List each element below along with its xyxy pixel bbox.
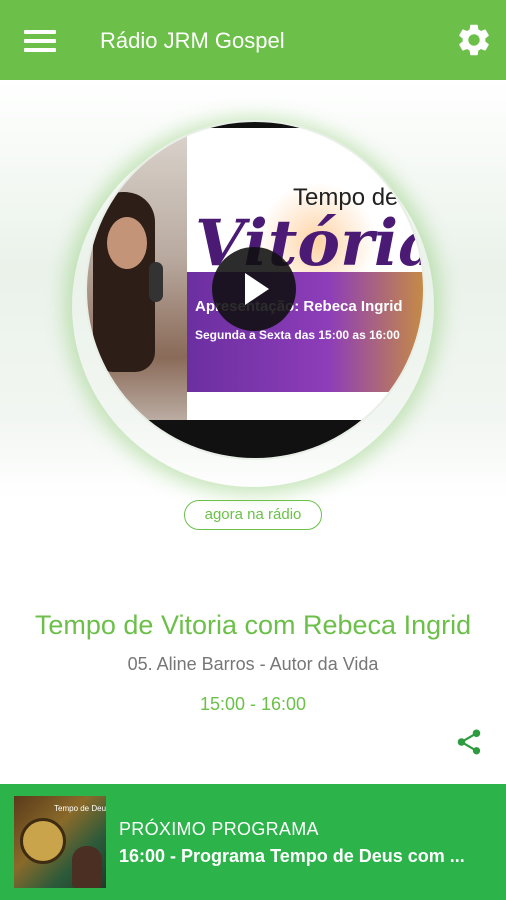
menu-line [24,39,56,43]
gear-icon[interactable] [455,21,493,59]
now-on-air-badge: agora na rádio [184,500,322,530]
next-program-label: PRÓXIMO PROGRAMA [119,819,319,839]
track-title: 05. Aline Barros - Autor da Vida [127,654,379,674]
gear-icon-svg [459,24,489,56]
program-title: Tempo de Vitoria com Rebeca Ingrid [34,610,472,640]
play-icon [245,273,269,305]
cover-schedule: Segunda a Sexta das 15:00 as 16:00 [195,328,400,342]
cover-top-bar [87,122,423,128]
next-program-bar[interactable]: Tempo de Deus PRÓXIMO PROGRAMA 16:00 - P… [0,784,506,900]
presenter-photo [87,122,187,458]
app-bar: Rádio JRM Gospel [0,0,506,80]
app-title: Rádio JRM Gospel [100,28,285,53]
clock-icon [20,818,66,864]
thumbnail-text: Tempo de Deus [54,804,106,813]
hamburger-menu-icon[interactable] [24,26,56,54]
menu-line [24,48,56,52]
cover-bottom-bar [87,420,423,458]
next-program-thumbnail: Tempo de Deus [14,796,106,888]
menu-line [24,30,56,34]
share-icon[interactable] [454,727,484,757]
thumbnail-person [72,846,102,888]
play-button[interactable] [212,247,296,331]
presenter-face [107,217,147,269]
next-program-title: 16:00 - Programa Tempo de Deus com ... [119,846,465,866]
microphone-icon [149,262,163,302]
now-playing-hero: Tempo de Vitória Apresentação: Rebeca In… [0,80,506,500]
program-time-range: 15:00 - 16:00 [199,694,307,714]
share-icon-svg [457,729,481,755]
